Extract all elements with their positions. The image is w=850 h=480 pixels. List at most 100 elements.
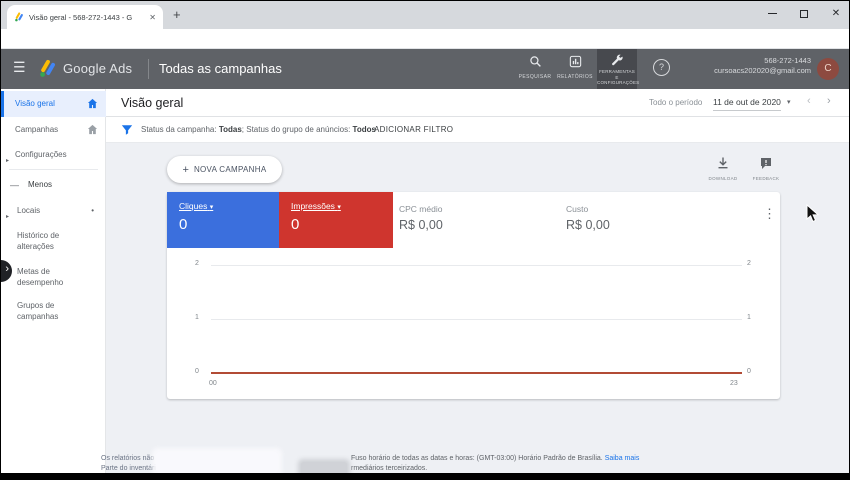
sidebar-item-locations[interactable]: ▸ Locais • <box>1 199 106 223</box>
caret-down-icon[interactable]: ▾ <box>787 98 791 106</box>
sidebar-item-label: Grupos de campanhas <box>17 300 89 322</box>
new-campaign-button[interactable]: + NOVA CAMPANHA <box>167 156 282 183</box>
caret-down-icon: ▾ <box>210 204 214 211</box>
card-menu-dots-icon[interactable]: ⋮ <box>763 206 776 222</box>
reports-nav[interactable]: RELATÓRIOS <box>553 55 597 81</box>
ytick-left: 0 <box>195 368 199 375</box>
sidebar-item-less[interactable]: — Menos <box>1 173 106 197</box>
sidebar-item-label: Menos <box>28 173 52 197</box>
metric-card-avg-cpc[interactable]: CPC médio R$ 0,00 <box>399 192 443 248</box>
metric-label: Cliques <box>179 201 207 211</box>
metric-value: R$ 0,00 <box>399 218 443 232</box>
search-nav-label: PESQUISAR <box>513 75 557 81</box>
filter-value-adgroup: Todos <box>353 125 376 134</box>
metric-value: R$ 0,00 <box>566 218 610 232</box>
account-email: cursoacs202020@gmail.com <box>714 66 811 76</box>
metric-value: 0 <box>179 216 279 233</box>
window-close-button[interactable]: ✕ <box>821 1 850 27</box>
minus-icon: — <box>10 173 19 197</box>
footer-left-line2: Parte do inventári <box>101 465 156 472</box>
sidebar-item-label: Visão geral <box>15 91 55 117</box>
browser-urlbar: ← → ⟳ ads.google.com/aw/overview?ocid=58… <box>1 29 850 49</box>
tools-nav[interactable]: FERRAMENTAS E CONFIGURAÇÕES <box>597 49 637 89</box>
chevron-right-icon: › <box>5 263 9 275</box>
redaction-blur <box>156 452 278 473</box>
home-icon <box>87 124 98 135</box>
scope-title: Todas as campanhas <box>159 61 282 76</box>
tab-title: Visão geral - 568-272-1443 - G <box>29 13 144 22</box>
ytick-left: 1 <box>195 314 199 321</box>
learn-more-link[interactable]: Saiba mais <box>605 455 640 462</box>
download-button[interactable]: DOWNLOAD <box>701 156 745 181</box>
new-tab-button[interactable]: + <box>173 7 181 22</box>
sidebar-item-label: Locais <box>17 199 40 223</box>
sidebar-item-label: Histórico de alterações <box>17 230 89 252</box>
download-icon <box>717 157 729 169</box>
selected-indicator <box>1 91 4 117</box>
app-window: Visão geral - 568-272-1443 - G ✕ + ✕ ← →… <box>0 0 850 480</box>
date-range-selector[interactable]: 11 de out de 2020 <box>713 97 781 111</box>
reports-icon <box>569 55 582 68</box>
filter-funnel-icon <box>121 124 133 136</box>
series-zero-line <box>211 372 742 374</box>
tools-label-line1: FERRAMENTAS <box>597 69 637 75</box>
sidebar-item-campaign-groups[interactable]: Grupos de campanhas <box>1 295 106 325</box>
sidebar-item-change-history[interactable]: Histórico de alterações <box>1 225 106 255</box>
metric-label: Impressões <box>291 201 335 211</box>
sidebar-item-performance-targets[interactable]: Metas de desempenho <box>1 261 106 291</box>
sidebar-divider <box>9 169 98 170</box>
google-ads-favicon <box>14 12 24 22</box>
filter-mid: ; Status do grupo de anúncios: <box>242 125 353 134</box>
ytick-right: 0 <box>747 368 751 375</box>
footer-timezone: Fuso horário de todas as datas e horas: … <box>351 455 639 462</box>
sidebar-item-label: Metas de desempenho <box>17 266 89 288</box>
window-minimize-button[interactable] <box>757 1 787 27</box>
sidebar-item-settings[interactable]: ▸ Configurações <box>1 143 106 167</box>
reports-nav-label: RELATÓRIOS <box>553 75 597 81</box>
xtick-end: 23 <box>730 380 738 387</box>
browser-tab[interactable]: Visão geral - 568-272-1443 - G ✕ <box>7 5 163 29</box>
gridline-2 <box>211 265 742 266</box>
sidebar-item-overview[interactable]: Visão geral <box>1 91 106 117</box>
sidebar-item-label: Campanhas <box>15 117 58 143</box>
add-filter-button[interactable]: ADICIONAR FILTRO <box>374 125 453 134</box>
ytick-left: 2 <box>195 260 199 267</box>
filter-status-text[interactable]: Status da campanha: Todas; Status do gru… <box>141 125 376 134</box>
caret-down-icon: ▾ <box>337 204 341 211</box>
appbar-divider <box>148 59 149 79</box>
product-name: Google Ads <box>63 61 132 76</box>
search-nav[interactable]: PESQUISAR <box>513 55 557 81</box>
search-icon <box>529 55 542 68</box>
help-icon[interactable]: ? <box>653 59 670 76</box>
page-title: Visão geral <box>121 96 183 110</box>
hamburger-menu-icon[interactable]: ☰ <box>13 59 26 76</box>
period-label: Todo o período <box>649 98 702 107</box>
account-avatar[interactable]: C <box>817 58 839 80</box>
ytick-right: 1 <box>747 314 751 321</box>
tools-label-line3: CONFIGURAÇÕES <box>597 80 637 86</box>
metric-card-clicks[interactable]: Cliques ▾ 0 <box>167 192 279 248</box>
next-period-icon[interactable]: › <box>827 95 831 107</box>
metric-card-impressions[interactable]: Impressões ▾ 0 <box>279 192 393 248</box>
bullet-icon: • <box>91 199 94 223</box>
download-label: DOWNLOAD <box>701 176 745 181</box>
window-restore-button[interactable] <box>789 1 819 27</box>
metric-label: CPC médio <box>399 204 443 214</box>
plus-icon: + <box>183 164 189 176</box>
prev-period-icon[interactable]: ‹ <box>807 95 811 107</box>
overview-chart-card: Cliques ▾ 0 Impressões ▾ 0 CPC médio R$ … <box>167 192 780 399</box>
sidebar-item-campaigns[interactable]: Campanhas <box>1 117 106 143</box>
timezone-text: Fuso horário de todas as datas e horas: … <box>351 455 605 462</box>
mouse-cursor <box>806 204 819 223</box>
account-info[interactable]: 568-272-1443 cursoacs202020@gmail.com <box>714 56 811 76</box>
metric-card-cost[interactable]: Custo R$ 0,00 <box>566 192 610 248</box>
feedback-icon <box>760 157 772 169</box>
feedback-button[interactable]: FEEDBACK <box>744 156 788 181</box>
home-icon <box>87 98 98 109</box>
filter-prefix: Status da campanha: <box>141 125 219 134</box>
footer-left-line1: Os relatórios não <box>101 455 154 462</box>
wrench-icon <box>610 53 624 67</box>
xtick-start: 00 <box>209 380 217 387</box>
tab-close-icon[interactable]: ✕ <box>149 13 156 22</box>
google-ads-logo <box>38 59 57 78</box>
